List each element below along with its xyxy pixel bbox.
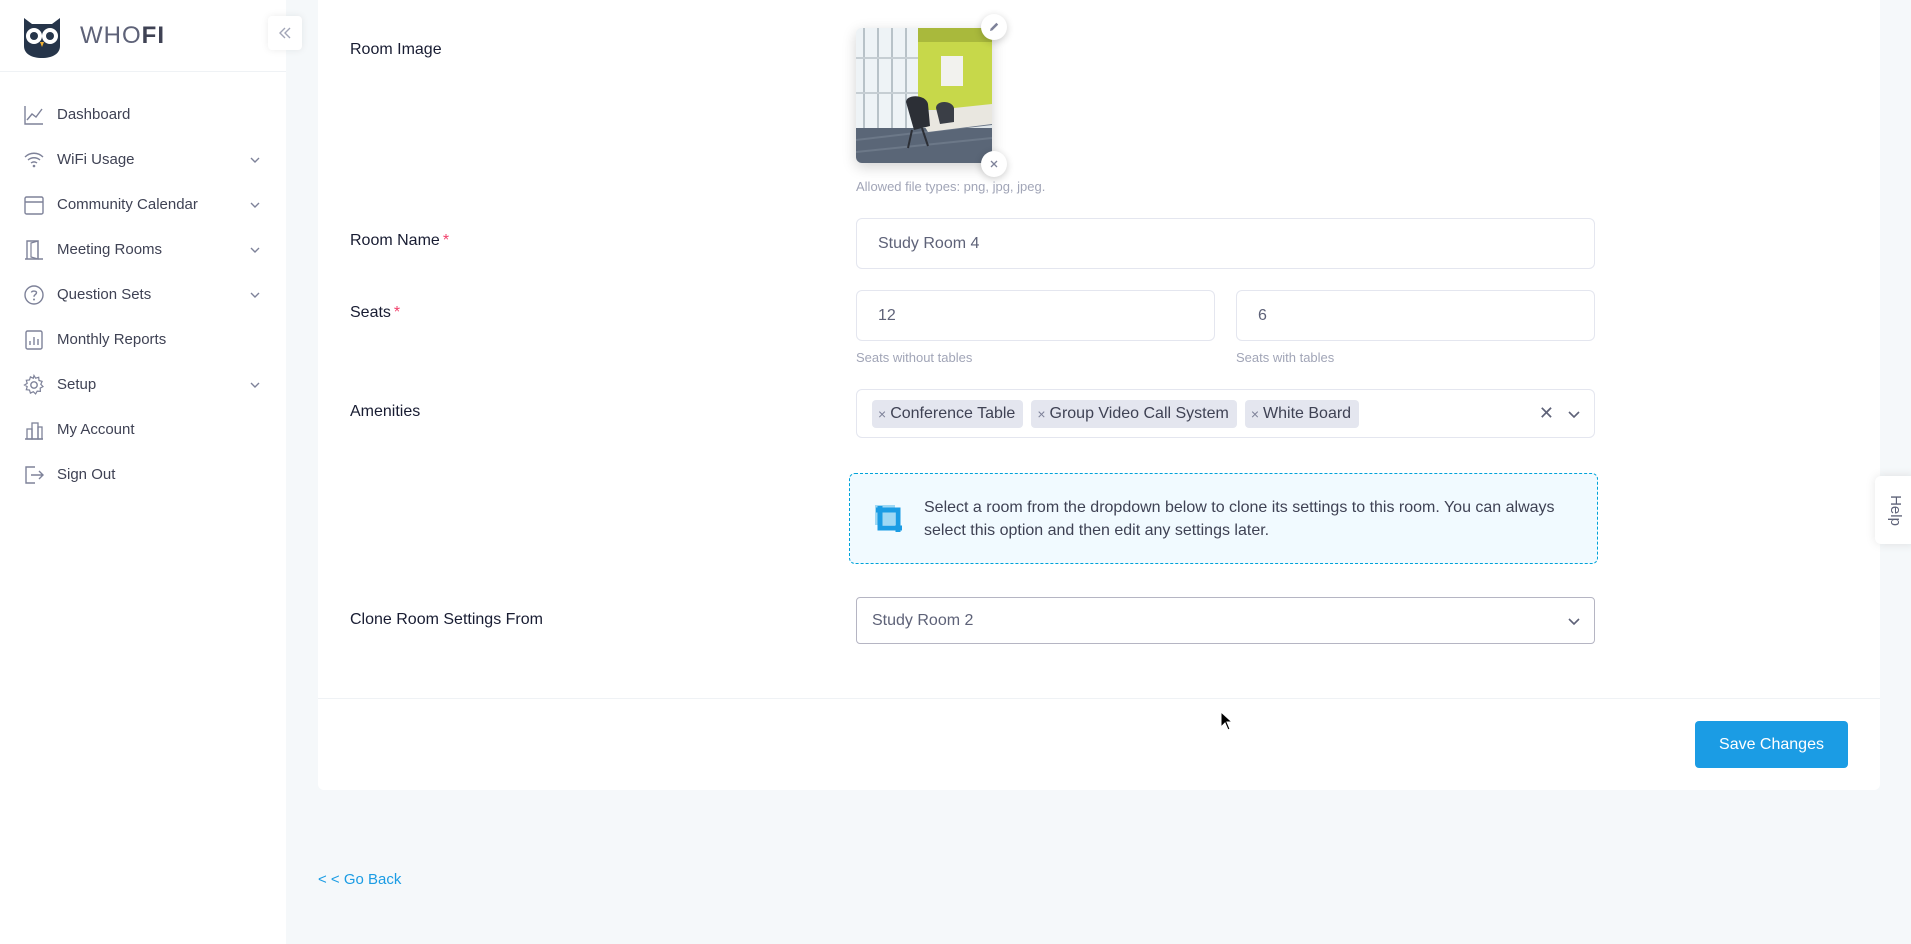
amenity-tag: × White Board [1244, 399, 1360, 428]
room-name-label-text: Room Name [350, 232, 440, 249]
chevron-down-icon [250, 382, 260, 388]
sidebar-item-label: Sign Out [57, 466, 116, 483]
chevron-down-icon[interactable] [1566, 406, 1582, 422]
seats-with-tables-value: 6 [1258, 306, 1267, 324]
help-tab-label: Help [1886, 494, 1904, 526]
clone-notice-text: Select a room from the dropdown below to… [924, 498, 1555, 539]
pencil-icon [990, 22, 999, 31]
chevron-down-icon [250, 247, 260, 253]
mouse-cursor-icon [1220, 711, 1234, 731]
brand-name-part1: WHO [80, 21, 142, 49]
chart-line-icon [22, 103, 46, 127]
room-photo [856, 28, 992, 163]
amenity-tag-label: Group Video Call System [1049, 404, 1229, 422]
chevron-down-icon [1568, 618, 1580, 626]
sidebar-item-label: My Account [57, 421, 135, 438]
seats-with-tables-input[interactable]: 6 [1236, 290, 1595, 341]
tag-remove-icon[interactable]: × [1251, 406, 1259, 422]
sidebar-item-sign-out[interactable]: Sign Out [0, 452, 286, 497]
sidebar-item-meeting-rooms[interactable]: Meeting Rooms [0, 227, 286, 272]
brand: WHOFI [0, 0, 302, 72]
required-mark: * [442, 232, 450, 249]
seats-with-tables-hint: Seats with tables [1236, 350, 1335, 365]
tag-remove-icon[interactable]: × [878, 406, 886, 422]
sidebar: WHOFI Dashboard WiFi Usage Community Cal… [0, 0, 302, 944]
sidebar-item-label: Setup [57, 376, 97, 393]
room-name-value: Study Room 4 [878, 234, 980, 252]
tag-remove-icon[interactable]: × [1037, 406, 1045, 422]
sidebar-item-setup[interactable]: Setup [0, 362, 286, 407]
sidebar-item-wifi-usage[interactable]: WiFi Usage [0, 137, 286, 182]
image-file-types-hint: Allowed file types: png, jpg, jpeg. [856, 179, 1046, 194]
door-icon [22, 238, 46, 262]
report-icon [22, 328, 46, 352]
save-changes-button[interactable]: Save Changes [1695, 721, 1848, 768]
sidebar-item-label: Meeting Rooms [57, 241, 163, 258]
chevron-down-icon [250, 292, 260, 298]
gear-icon [22, 373, 46, 397]
question-circle-icon [22, 283, 46, 307]
card-footer-divider [318, 698, 1880, 699]
sidebar-item-label: Community Calendar [57, 196, 198, 213]
sidebar-menu: Dashboard WiFi Usage Community Calendar … [0, 72, 286, 497]
brand-name-part2: FI [141, 21, 165, 49]
sidebar-item-my-account[interactable]: My Account [0, 407, 286, 452]
close-icon [990, 160, 998, 168]
sidebar-item-label: Question Sets [57, 286, 152, 303]
brand-name: WHOFI [80, 22, 165, 50]
calendar-icon [22, 193, 46, 217]
room-name-input[interactable]: Study Room 4 [856, 218, 1595, 269]
room-image-preview [856, 28, 992, 163]
chevron-down-icon [250, 202, 260, 208]
sidebar-item-question-sets[interactable]: Question Sets [0, 272, 286, 317]
clear-all-icon[interactable]: ✕ [1539, 404, 1554, 422]
amenity-tag-label: White Board [1263, 404, 1352, 422]
building-icon [22, 418, 46, 442]
seats-label-text: Seats [350, 304, 391, 321]
help-tab[interactable]: Help [1875, 476, 1911, 544]
sidebar-item-label: Monthly Reports [57, 331, 167, 348]
room-name-label: Room Name * [350, 232, 449, 250]
sidebar-item-community-calendar[interactable]: Community Calendar [0, 182, 286, 227]
sidebar-collapse-button[interactable] [268, 16, 302, 50]
sidebar-item-label: Dashboard [57, 106, 131, 123]
wifi-icon [22, 148, 46, 172]
amenities-label: Amenities [350, 403, 421, 420]
required-mark: * [393, 304, 401, 321]
amenities-multiselect[interactable]: × Conference Table × Group Video Call Sy… [856, 389, 1595, 438]
clone-from-selected: Study Room 2 [872, 611, 974, 629]
remove-image-button[interactable] [981, 151, 1007, 177]
clone-notice: Select a room from the dropdown below to… [849, 473, 1598, 564]
amenity-tag: × Group Video Call System [1031, 399, 1237, 428]
clone-from-label: Clone Room Settings From [350, 611, 543, 628]
amenity-tag-label: Conference Table [890, 404, 1016, 422]
sidebar-item-label: WiFi Usage [57, 151, 135, 168]
chevron-down-icon [250, 157, 260, 163]
seats-without-tables-value: 12 [878, 306, 896, 324]
sidebar-item-monthly-reports[interactable]: Monthly Reports [0, 317, 286, 362]
amenity-tag: × Conference Table [872, 399, 1024, 428]
room-image-label: Room Image [350, 41, 442, 58]
crop-icon [875, 504, 902, 532]
go-back-link[interactable]: < < Go Back [318, 871, 401, 888]
seats-without-tables-input[interactable]: 12 [856, 290, 1215, 341]
double-chevron-left-icon [279, 27, 291, 39]
sign-out-icon [22, 463, 46, 487]
edit-image-button[interactable] [981, 14, 1007, 40]
owl-logo-icon[interactable] [18, 12, 66, 60]
sidebar-item-dashboard[interactable]: Dashboard [0, 92, 286, 137]
seats-without-tables-hint: Seats without tables [856, 350, 973, 365]
clone-from-select[interactable]: Study Room 2 [856, 597, 1595, 644]
seats-label: Seats * [350, 304, 400, 322]
